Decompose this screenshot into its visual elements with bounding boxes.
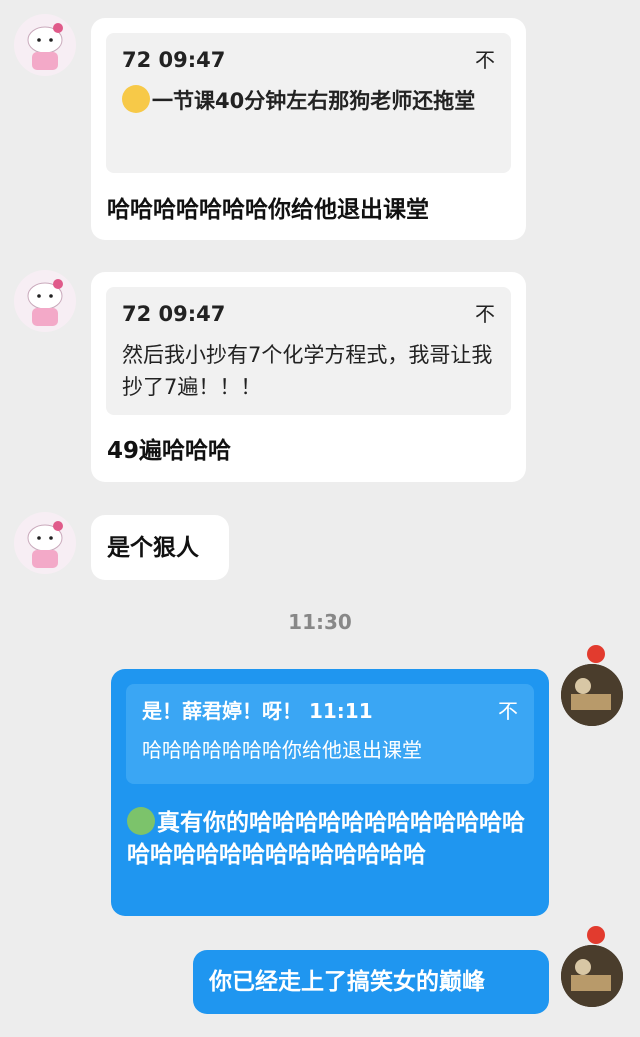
flower-sticker-icon [587, 926, 605, 944]
pin-icon[interactable]: 不 [475, 47, 495, 73]
pin-icon[interactable]: 不 [498, 698, 518, 724]
quoted-message[interactable]: 72 09:47 不 然后我小抄有7个化学方程式，我哥让我抄了7遍！！！ [106, 287, 511, 415]
profile-photo-icon [561, 664, 623, 726]
message-bubble[interactable]: 是！薛君婷！呀！ 11:11 不 哈哈哈哈哈哈哈你给他退出课堂 真有你的哈哈哈哈… [111, 669, 549, 916]
contact-avatar[interactable] [14, 14, 76, 76]
my-avatar[interactable] [561, 664, 623, 726]
quote-text: 哈哈哈哈哈哈哈你给他退出课堂 [142, 738, 422, 762]
hello-kitty-icon [27, 521, 63, 568]
message-bubble[interactable]: 你已经走上了搞笑女的巅峰 [193, 950, 549, 1014]
quoted-message[interactable]: 是！薛君婷！呀！ 11:11 不 哈哈哈哈哈哈哈你给他退出课堂 [126, 684, 534, 784]
green-creature-icon [127, 807, 155, 835]
message-text: 49遍哈哈哈 [107, 438, 232, 464]
profile-photo-icon [561, 945, 623, 1007]
quote-meta: 72 09:47 [122, 302, 226, 326]
quote-text: 一节课40分钟左右那狗老师还拖堂 [152, 89, 476, 113]
hello-kitty-icon [27, 23, 63, 70]
quote-meta: 72 09:47 [122, 48, 226, 72]
message-text-wrap: 真有你的哈哈哈哈哈哈哈哈哈哈哈哈哈哈哈哈哈哈哈哈哈哈哈哈哈 [127, 807, 537, 871]
contact-avatar[interactable] [14, 270, 76, 332]
quoted-message[interactable]: 72 09:47 不 一节课40分钟左右那狗老师还拖堂 [106, 33, 511, 173]
crying-face-icon [122, 85, 150, 113]
message-text: 你已经走上了搞笑女的巅峰 [209, 969, 485, 995]
message-text: 哈哈哈哈哈哈哈你给他退出课堂 [107, 197, 429, 223]
message-bubble[interactable]: 72 09:47 不 一节课40分钟左右那狗老师还拖堂 哈哈哈哈哈哈哈你给他退出… [91, 18, 526, 240]
hello-kitty-icon [27, 279, 63, 326]
pin-icon[interactable]: 不 [475, 301, 495, 327]
message-bubble[interactable]: 72 09:47 不 然后我小抄有7个化学方程式，我哥让我抄了7遍！！！ 49遍… [91, 272, 526, 482]
chat-timestamp: 11:30 [288, 610, 352, 634]
flower-sticker-icon [587, 645, 605, 663]
quote-meta: 是！薛君婷！呀！ 11:11 [142, 699, 373, 723]
quote-text: 然后我小抄有7个化学方程式，我哥让我抄了7遍！！！ [122, 343, 493, 399]
message-text: 真有你的哈哈哈哈哈哈哈哈哈哈哈哈哈哈哈哈哈哈哈哈哈哈哈哈哈 [127, 810, 525, 868]
message-text: 是个狠人 [107, 535, 199, 561]
contact-avatar[interactable] [14, 512, 76, 574]
message-bubble[interactable]: 是个狠人 [91, 515, 229, 580]
my-avatar[interactable] [561, 945, 623, 1007]
quote-text-wrap: 一节课40分钟左右那狗老师还拖堂 [122, 85, 495, 117]
